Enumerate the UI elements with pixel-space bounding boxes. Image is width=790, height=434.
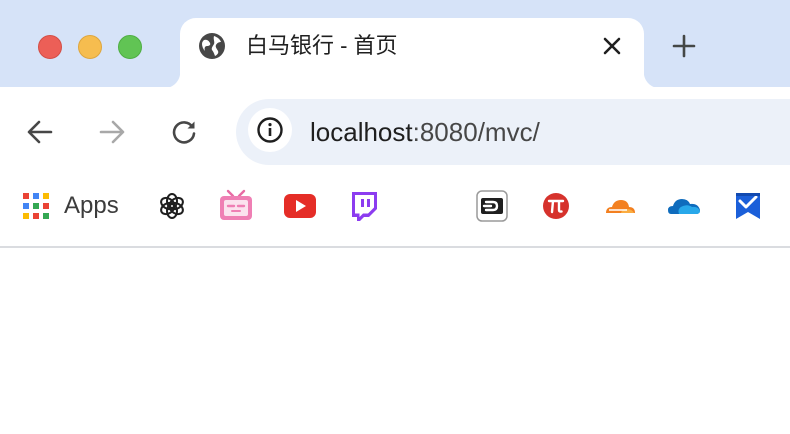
plus-icon [672, 34, 696, 58]
window-minimize-button[interactable] [78, 35, 102, 59]
onedrive-icon [668, 199, 700, 214]
info-icon [257, 117, 283, 143]
bookmark-bilibili[interactable] [218, 189, 254, 223]
close-icon [603, 37, 621, 55]
bookmark-dark-app[interactable] [476, 189, 508, 223]
toolbar: localhost:8080/mvc/ [0, 87, 790, 175]
apps-grid-icon [23, 193, 49, 219]
pi-icon [543, 193, 569, 219]
apps-label: Apps [64, 192, 119, 219]
tab-active[interactable]: 白马银行 - 首页 [164, 18, 660, 88]
apps-bookmark[interactable]: Apps [22, 189, 119, 223]
forward-button[interactable] [95, 115, 129, 149]
bookmark-openai[interactable] [158, 189, 186, 223]
twitch-icon [352, 192, 377, 221]
url-path: :8080/mvc/ [412, 117, 540, 147]
bilibili-icon [220, 189, 252, 220]
arrow-left-icon [27, 120, 53, 144]
bookmark-pi[interactable] [542, 189, 570, 223]
address-bar[interactable]: localhost:8080/mvc/ [236, 99, 790, 165]
browser-window: 白马银行 - 首页 localhost:8080/mvc/ Apps [0, 0, 790, 434]
page-content [0, 248, 790, 434]
bookmark-cloudflare[interactable] [603, 189, 637, 223]
url-host: localhost [310, 117, 413, 147]
back-button[interactable] [23, 115, 57, 149]
bookmark-shield[interactable] [734, 189, 762, 223]
window-maximize-button[interactable] [118, 35, 142, 59]
openai-icon [160, 193, 184, 219]
globe-icon [198, 32, 226, 60]
reload-button[interactable] [167, 115, 201, 149]
bookmark-onedrive[interactable] [667, 189, 701, 223]
window-close-button[interactable] [38, 35, 62, 59]
cloudflare-icon [606, 200, 635, 213]
new-tab-button[interactable] [668, 32, 700, 60]
reload-icon [172, 121, 196, 144]
tab-title: 白马银行 - 首页 [246, 33, 398, 58]
bookmark-icon [736, 193, 760, 219]
bookmarks-bar: Apps [0, 175, 790, 246]
site-info-button[interactable] [248, 108, 292, 152]
arrow-right-icon [99, 120, 125, 144]
bookmark-youtube[interactable] [284, 189, 316, 223]
url-text: localhost:8080/mvc/ [310, 117, 540, 147]
tab-strip: 白马银行 - 首页 [0, 0, 790, 88]
tab-close-button[interactable] [598, 32, 626, 60]
bookmark-twitch[interactable] [349, 189, 379, 223]
dark-app-icon [476, 190, 508, 222]
youtube-icon [284, 194, 316, 218]
